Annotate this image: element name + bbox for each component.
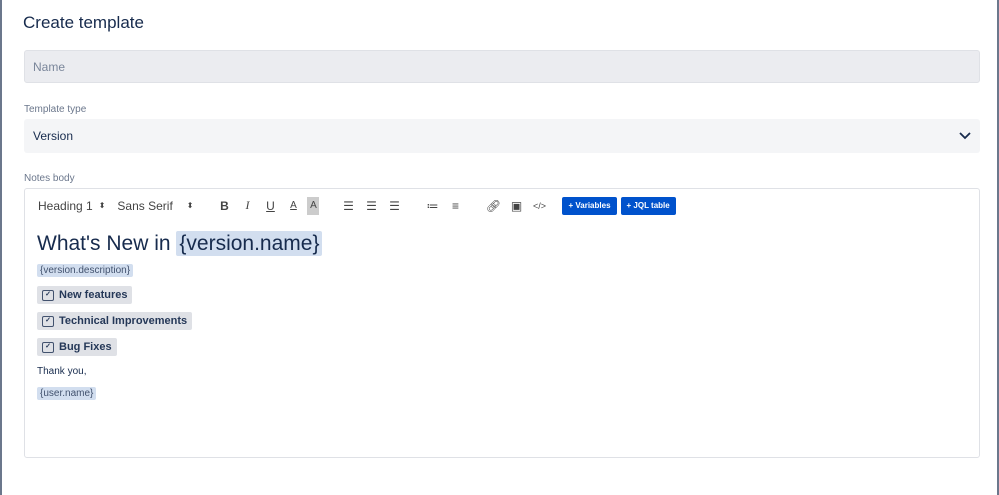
section-technical-improvements: ✓ Technical Improvements [37, 312, 193, 330]
section-new-features: ✓ New features [37, 286, 133, 304]
align-center-icon[interactable]: ☰ [362, 197, 380, 215]
template-type-select[interactable]: Version [24, 119, 980, 153]
jql-table-button[interactable]: + JQL table [620, 196, 676, 215]
updown-icon: ⬍ [186, 201, 194, 210]
background-color-icon[interactable]: A [307, 196, 320, 215]
variables-button[interactable]: + Variables [562, 196, 617, 215]
name-input[interactable] [24, 50, 980, 83]
code-icon[interactable]: </> [530, 197, 548, 215]
notes-body-label: Notes body [24, 173, 75, 184]
closing-text: Thank you, [37, 366, 87, 377]
heading-value: Heading 1 [38, 198, 93, 213]
version-name-variable: {version.name} [176, 231, 323, 256]
checklist-icon: ✓ [42, 315, 54, 327]
editor-toolbar: Heading 1 ⬍ Sans Serif ⬍ B I U A A ☰ ☰ ☰ ≔… [25, 189, 979, 222]
bullet-list-icon[interactable]: ≡ [446, 197, 464, 215]
updown-icon: ⬍ [98, 201, 106, 210]
notes-body-editor[interactable]: Heading 1 ⬍ Sans Serif ⬍ B I U A A ☰ ☰ ☰ ≔… [24, 188, 980, 458]
image-icon[interactable]: ▣ [507, 197, 525, 215]
heading-text: What's New in [37, 232, 177, 255]
italic-icon[interactable]: I [238, 197, 256, 215]
chevron-down-icon [959, 132, 971, 140]
text-color-icon[interactable]: A [284, 197, 302, 215]
content-heading: What's New in {version.name} [37, 231, 967, 256]
font-value: Sans Serif [117, 198, 173, 213]
bold-icon[interactable]: B [215, 197, 233, 215]
version-description-variable: {version.description} [37, 264, 134, 277]
link-icon[interactable]: 🔗︎ [484, 197, 502, 215]
section-label: Bug Fixes [59, 341, 112, 353]
section-bug-fixes: ✓ Bug Fixes [37, 338, 117, 356]
section-label: New features [59, 289, 128, 301]
section-label: Technical Improvements [59, 315, 188, 327]
checklist-icon: ✓ [42, 289, 54, 301]
template-type-value: Version [33, 129, 74, 143]
heading-select[interactable]: Heading 1 ⬍ [38, 197, 105, 215]
align-left-icon[interactable]: ☰ [339, 197, 357, 215]
user-name-variable: {user.name} [37, 387, 97, 400]
ordered-list-icon[interactable]: ≔ [423, 197, 441, 215]
template-type-label: Template type [24, 104, 87, 115]
editor-content[interactable]: What's New in {version.name} {version.de… [25, 222, 979, 411]
checklist-icon: ✓ [42, 341, 54, 353]
align-right-icon[interactable]: ☰ [385, 197, 403, 215]
underline-icon[interactable]: U [261, 197, 279, 215]
font-select[interactable]: Sans Serif ⬍ [117, 197, 193, 215]
page-title: Create template [23, 13, 144, 32]
